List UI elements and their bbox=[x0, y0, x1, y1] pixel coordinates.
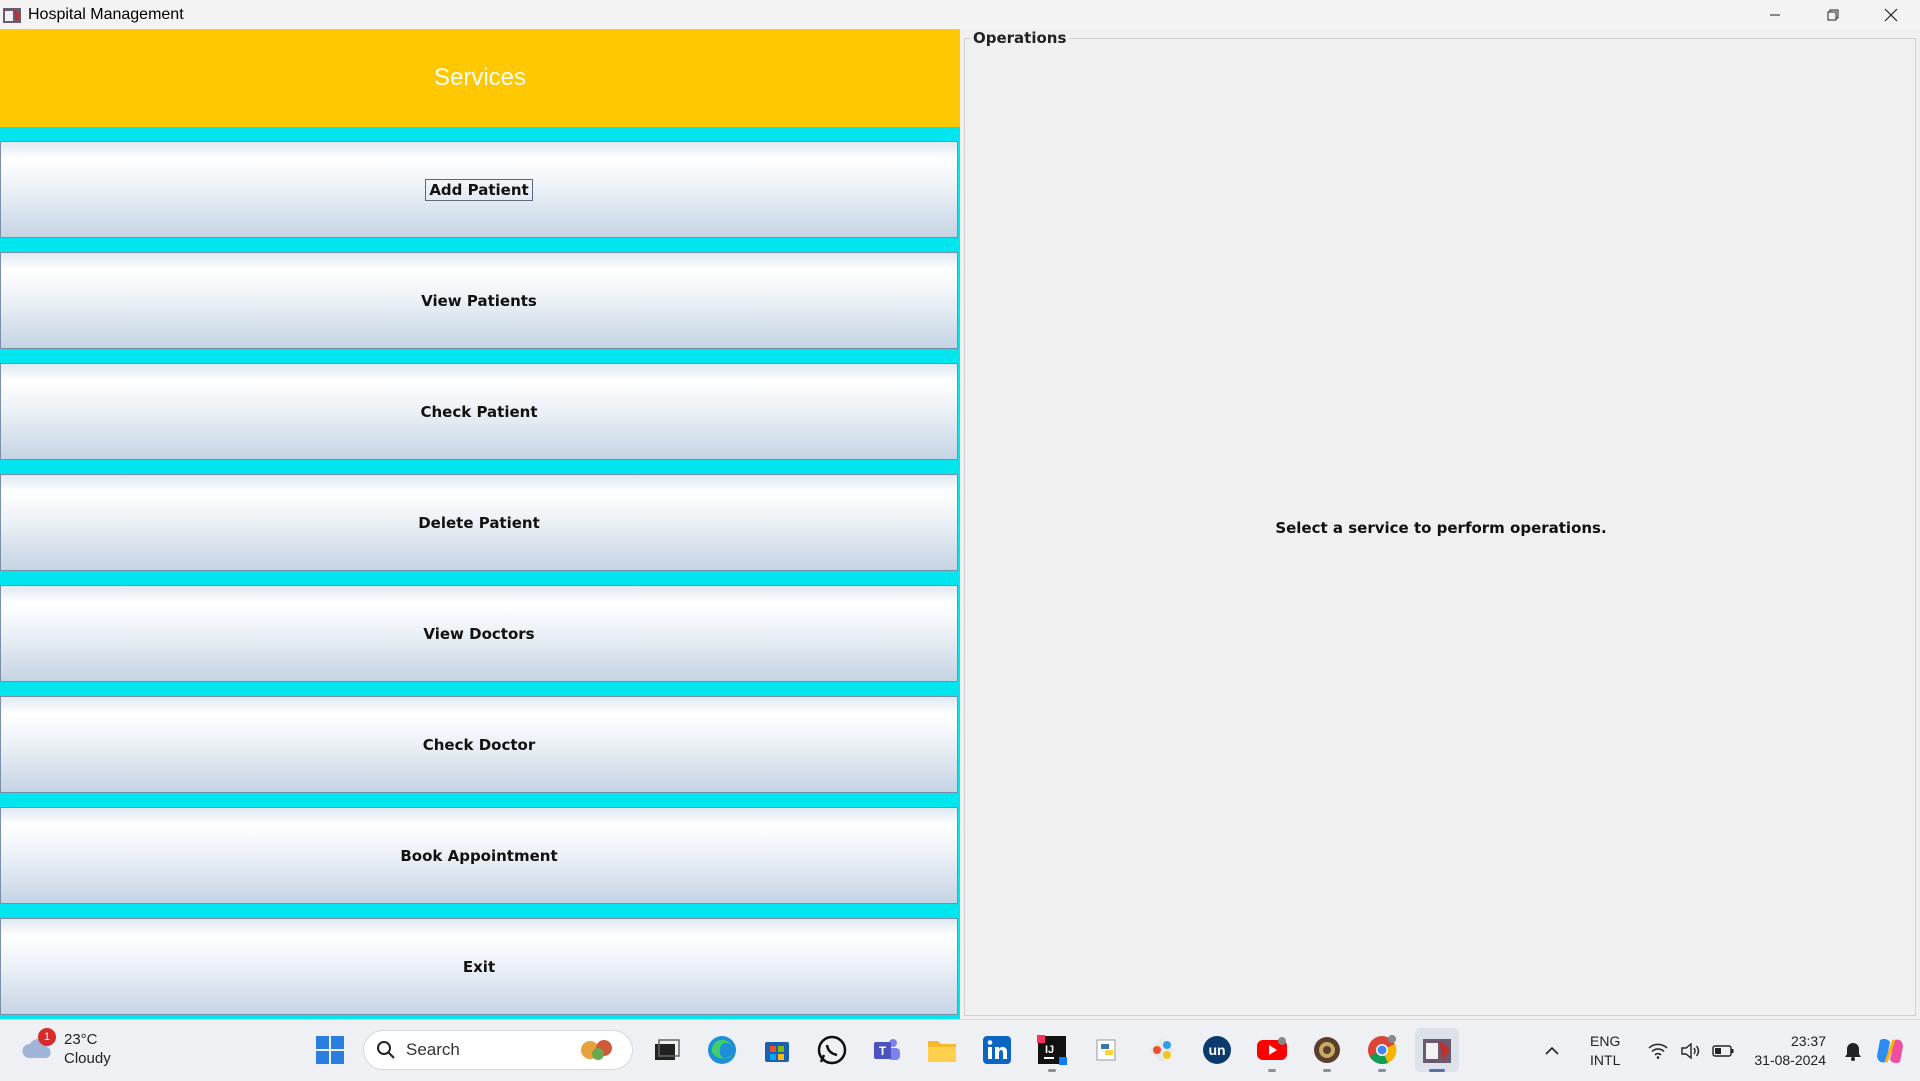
linkedin-button[interactable] bbox=[975, 1028, 1019, 1072]
services-header: Services bbox=[0, 29, 960, 127]
clock-date: 31-08-2024 bbox=[1754, 1051, 1826, 1068]
edge-icon bbox=[708, 1036, 736, 1064]
git-tool-icon bbox=[1149, 1037, 1175, 1063]
weather-notification-badge: 1 bbox=[38, 1028, 56, 1046]
view-doctors-button[interactable]: View Doctors bbox=[0, 585, 958, 682]
delete-patient-label: Delete Patient bbox=[418, 513, 540, 532]
battery-status[interactable] bbox=[1712, 1044, 1734, 1057]
start-button[interactable] bbox=[308, 1028, 352, 1072]
language-indicator[interactable]: ENG INTL bbox=[1590, 1032, 1620, 1070]
svg-text:un: un bbox=[1208, 1042, 1225, 1058]
language-line2: INTL bbox=[1590, 1051, 1621, 1068]
edge-button[interactable] bbox=[700, 1028, 744, 1072]
search-placeholder: Search bbox=[406, 1040, 460, 1059]
view-doctors-label: View Doctors bbox=[423, 624, 535, 643]
delete-patient-button[interactable]: Delete Patient bbox=[0, 474, 958, 571]
volume-status[interactable] bbox=[1680, 1042, 1700, 1059]
clock-time: 23:37 bbox=[1790, 1032, 1826, 1049]
weather-condition: Cloudy bbox=[64, 1050, 111, 1067]
exit-label: Exit bbox=[462, 957, 496, 976]
emblem-app-button[interactable] bbox=[1305, 1028, 1349, 1072]
check-doctor-label: Check Doctor bbox=[422, 735, 536, 754]
language-line1: ENG bbox=[1590, 1032, 1621, 1049]
check-doctor-button[interactable]: Check Doctor bbox=[0, 696, 958, 793]
operations-message: Select a service to perform operations. bbox=[1275, 519, 1607, 537]
notifications-button[interactable] bbox=[1844, 1041, 1862, 1061]
book-appointment-button[interactable]: Book Appointment bbox=[0, 807, 958, 904]
task-view-button[interactable] bbox=[645, 1028, 689, 1072]
hospital-management-taskbar-button[interactable] bbox=[1415, 1028, 1459, 1072]
taskbar-search[interactable]: Search bbox=[363, 1030, 633, 1070]
services-title: Services bbox=[433, 64, 527, 91]
teams-icon: T bbox=[874, 1039, 900, 1060]
emblem-app-icon bbox=[1314, 1037, 1340, 1063]
view-patients-button[interactable]: View Patients bbox=[0, 252, 958, 349]
whatsapp-button[interactable] bbox=[810, 1028, 854, 1072]
intellij-icon: IJ bbox=[1037, 1035, 1067, 1065]
restore-icon bbox=[1827, 9, 1839, 20]
chrome-button[interactable] bbox=[1360, 1028, 1404, 1072]
hospital-app-icon bbox=[3, 7, 21, 23]
add-patient-label: Add Patient bbox=[425, 178, 533, 201]
window-title: Hospital Management bbox=[28, 5, 184, 23]
youtube-button[interactable] bbox=[1250, 1028, 1294, 1072]
copilot-icon bbox=[1877, 1038, 1903, 1063]
weather-temperature: 23°C bbox=[64, 1031, 98, 1048]
file-explorer-button[interactable] bbox=[920, 1028, 964, 1072]
weather-widget[interactable]: 1 23°C Cloudy bbox=[20, 1028, 111, 1068]
copilot-button[interactable] bbox=[1874, 1036, 1906, 1066]
linkedin-icon bbox=[983, 1036, 1011, 1064]
wifi-icon bbox=[1648, 1043, 1668, 1059]
windows-start-icon bbox=[316, 1036, 344, 1064]
teams-button[interactable]: T bbox=[865, 1028, 909, 1072]
services-panel: Services Add Patient View Patients Check… bbox=[0, 29, 960, 1019]
view-patients-label: View Patients bbox=[421, 291, 537, 310]
show-hidden-icons-button[interactable] bbox=[1544, 1046, 1560, 1056]
unacademy-button[interactable]: un bbox=[1195, 1028, 1239, 1072]
intellij-button[interactable]: IJ bbox=[1030, 1028, 1074, 1072]
python-button[interactable] bbox=[1085, 1028, 1129, 1072]
search-highlight-icon bbox=[581, 1040, 612, 1060]
youtube-icon bbox=[1257, 1037, 1287, 1060]
window-titlebar: Hospital Management bbox=[0, 0, 1920, 29]
check-patient-label: Check Patient bbox=[420, 402, 538, 421]
whatsapp-icon bbox=[817, 1035, 847, 1065]
speaker-icon bbox=[1681, 1042, 1700, 1059]
git-tool-button[interactable] bbox=[1140, 1028, 1184, 1072]
unacademy-icon: un bbox=[1203, 1036, 1231, 1064]
close-button[interactable] bbox=[1862, 0, 1920, 29]
chrome-icon bbox=[1368, 1035, 1397, 1065]
system-clock[interactable]: 23:37 31-08-2024 bbox=[1754, 1032, 1826, 1070]
operations-title: Operations bbox=[970, 29, 1070, 47]
battery-icon bbox=[1712, 1044, 1734, 1057]
search-icon bbox=[377, 1041, 395, 1059]
task-view-icon bbox=[655, 1039, 680, 1060]
bell-icon bbox=[1845, 1042, 1861, 1061]
exit-button[interactable]: Exit bbox=[0, 918, 958, 1015]
folder-icon bbox=[928, 1041, 956, 1062]
minimize-button[interactable] bbox=[1746, 0, 1804, 29]
book-appointment-label: Book Appointment bbox=[400, 846, 558, 865]
close-icon bbox=[1884, 8, 1898, 21]
taskbar: 1 23°C Cloudy Search T IJ un ENG INTL 23… bbox=[0, 1019, 1920, 1081]
hospital-app-icon bbox=[1423, 1039, 1451, 1063]
store-button[interactable] bbox=[755, 1028, 799, 1072]
svg-text:IJ: IJ bbox=[1045, 1044, 1054, 1056]
store-icon bbox=[765, 1042, 789, 1062]
svg-text:T: T bbox=[879, 1044, 887, 1058]
check-patient-button[interactable]: Check Patient bbox=[0, 363, 958, 460]
minimize-icon bbox=[1770, 14, 1780, 15]
add-patient-button[interactable]: Add Patient bbox=[0, 141, 958, 238]
wifi-status[interactable] bbox=[1648, 1043, 1668, 1059]
chevron-up-icon bbox=[1545, 1046, 1559, 1055]
restore-button[interactable] bbox=[1804, 0, 1862, 29]
operations-panel: Operations Select a service to perform o… bbox=[962, 29, 1920, 1019]
python-icon bbox=[1096, 1039, 1116, 1061]
